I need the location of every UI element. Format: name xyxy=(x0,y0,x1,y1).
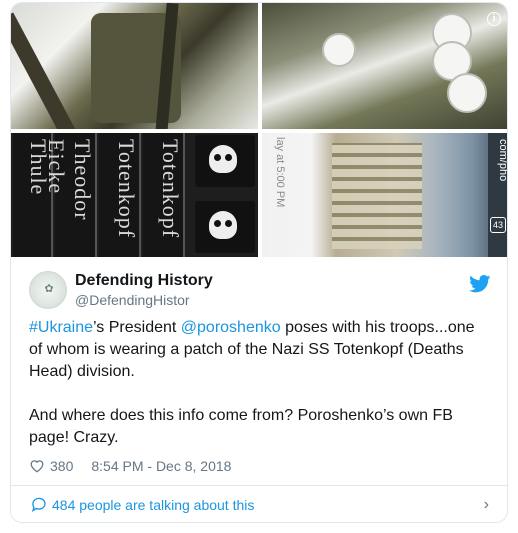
skull-patch xyxy=(195,201,255,253)
tweet-paragraph-2: And where does this info come from? Poro… xyxy=(29,407,453,446)
tweet-card: i Thule Theodor Eicke Totenkopf Totenkop… xyxy=(10,2,508,523)
tweet-meta: 380 8:54 PM - Dec 8, 2018 xyxy=(29,456,231,476)
phone-timestamp-text: lay at 5:00 PM xyxy=(274,137,286,208)
photo-soldiers-gear[interactable] xyxy=(11,3,258,129)
hashtag-link[interactable]: #Ukraine xyxy=(29,319,93,336)
twitter-bird-icon[interactable] xyxy=(469,275,491,293)
soldier-helmet xyxy=(322,33,356,67)
rifle-shape xyxy=(11,12,79,129)
soldier-helmet xyxy=(447,73,487,113)
conversation-footer[interactable]: 484 people are talking about this › xyxy=(11,486,507,522)
talking-link[interactable]: 484 people are talking about this xyxy=(52,497,254,513)
photo-soldiers-group[interactable]: i xyxy=(262,3,507,129)
avatar[interactable]: ✿ xyxy=(29,271,67,309)
skull-icon xyxy=(209,145,237,173)
patch-strip: Theodor Eicke xyxy=(44,133,97,257)
skull-patch xyxy=(195,135,255,187)
mention-link[interactable]: @poroshenko xyxy=(181,319,281,336)
patch-strip: Totenkopf xyxy=(99,133,141,257)
patch-strip: Totenkopf xyxy=(143,133,185,257)
author-handle[interactable]: @DefendingHistor xyxy=(75,292,190,308)
author-name[interactable]: Defending History xyxy=(75,272,213,290)
tab-count-badge: 43 xyxy=(490,217,506,233)
tweet-text: #Ukraine’s President @poroshenko poses w… xyxy=(29,317,489,449)
tweet-media-grid[interactable]: i Thule Theodor Eicke Totenkopf Totenkop… xyxy=(11,3,507,257)
photo-patches[interactable]: Thule Theodor Eicke Totenkopf Totenkopf xyxy=(11,133,258,257)
chevron-right-icon[interactable]: › xyxy=(484,496,489,514)
like-count[interactable]: 380 xyxy=(50,458,73,474)
skull-icon xyxy=(209,211,237,239)
tweet-text-segment: ’s President xyxy=(93,319,181,336)
tweet-paragraph-1: #Ukraine’s President @poroshenko poses w… xyxy=(29,317,489,383)
tweet-timestamp[interactable]: 8:54 PM - Dec 8, 2018 xyxy=(91,458,231,474)
photo-facebook-screenshot[interactable]: lay at 5:00 PM com/pho 43 xyxy=(262,133,507,257)
info-icon[interactable]: i xyxy=(487,12,501,26)
heart-icon[interactable] xyxy=(29,459,45,473)
troops-lineup xyxy=(332,143,422,249)
avatar-logo-icon: ✿ xyxy=(44,282,54,295)
speech-bubble-icon xyxy=(31,497,46,512)
browser-url-bar: com/pho xyxy=(488,133,507,257)
tweet-header: ✿ Defending History @DefendingHistor xyxy=(11,257,507,313)
